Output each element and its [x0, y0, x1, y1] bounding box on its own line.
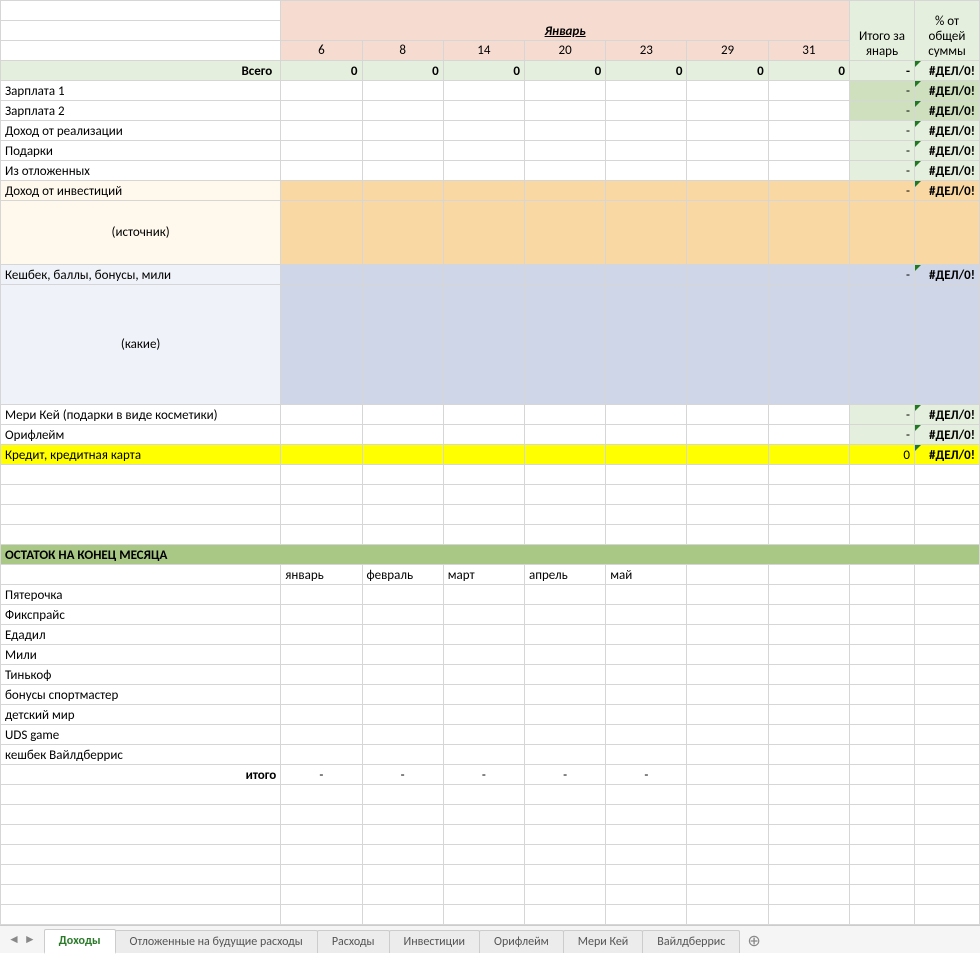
balance-months-row[interactable]: январь февраль март апрель май	[1, 565, 980, 585]
balance-item-row[interactable]: UDS game	[1, 725, 980, 745]
balance-item-row[interactable]: Фикспрайс	[1, 605, 980, 625]
row-income[interactable]: Орифлейм - #ДЕЛ/0!	[1, 425, 980, 445]
add-sheet-icon[interactable]: ⊕	[739, 929, 768, 953]
row-income[interactable]: Из отложенных - #ДЕЛ/0!	[1, 161, 980, 181]
sheet-tabs: Доходы Отложенные на будущие расходы Рас…	[44, 926, 769, 953]
tab-item[interactable]: Орифлейм	[479, 930, 564, 953]
row-investments[interactable]: Доход от инвестиций - #ДЕЛ/0!	[1, 181, 980, 201]
balance-item-row[interactable]: Едадил	[1, 625, 980, 645]
row-income[interactable]: Доход от реализации - #ДЕЛ/0!	[1, 121, 980, 141]
row-investments-sub[interactable]: (источник)	[1, 201, 980, 265]
tab-next-icon[interactable]: ►	[24, 932, 36, 947]
tab-item[interactable]: Вайлдберрис	[642, 930, 740, 953]
row-income[interactable]: Мери Кей (подарки в виде косметики) - #Д…	[1, 405, 980, 425]
tab-active[interactable]: Доходы	[44, 929, 116, 954]
day-header[interactable]: 6	[281, 41, 362, 61]
sheet-tabs-bar: ◄ ► Доходы Отложенные на будущие расходы…	[0, 925, 980, 953]
label-vsego: Всего	[1, 61, 281, 81]
day-header[interactable]: 20	[524, 41, 605, 61]
section-balance-header[interactable]: ОСТАТОК НА КОНЕЦ МЕСЯЦА	[1, 545, 980, 565]
row-cashback[interactable]: Кешбек, баллы, бонусы, мили - #ДЕЛ/0!	[1, 265, 980, 285]
balance-item-row[interactable]: Тинькоф	[1, 665, 980, 685]
cell[interactable]	[1, 21, 281, 41]
balance-item-row[interactable]: бонусы спортмастер	[1, 685, 980, 705]
month-title: Январь	[285, 24, 845, 39]
tab-item[interactable]: Отложенные на будущие расходы	[115, 930, 318, 953]
row-credit[interactable]: Кредит, кредитная карта 0 #ДЕЛ/0!	[1, 445, 980, 465]
tab-prev-icon[interactable]: ◄	[8, 932, 20, 947]
header-itogo[interactable]: Итого за янарь	[849, 1, 914, 61]
row-total[interactable]: Всего 0 0 0 0 0 0 0 - #ДЕЛ/0!	[1, 61, 980, 81]
cell[interactable]	[1, 1, 281, 21]
tab-item[interactable]: Мери Кей	[563, 930, 644, 953]
tab-item[interactable]: Инвестиции	[389, 930, 481, 953]
day-header[interactable]: 14	[443, 41, 524, 61]
balance-item-row[interactable]: Пятерочка	[1, 585, 980, 605]
day-header[interactable]: 31	[768, 41, 849, 61]
header-month-block[interactable]: Январь	[281, 1, 850, 41]
tab-item[interactable]: Расходы	[317, 930, 390, 953]
balance-item-row[interactable]: Мили	[1, 645, 980, 665]
tabs-nav: ◄ ►	[0, 932, 44, 947]
balance-itogo-row[interactable]: итого - - - - -	[1, 765, 980, 785]
day-header[interactable]: 8	[362, 41, 443, 61]
row-income[interactable]: Зарплата 2 - #ДЕЛ/0!	[1, 101, 980, 121]
header-pct[interactable]: % от общей суммы	[914, 1, 979, 61]
day-header[interactable]: 23	[606, 41, 687, 61]
balance-item-row[interactable]: детский мир	[1, 705, 980, 725]
balance-item-row[interactable]: кешбек Вайлдберрис	[1, 745, 980, 765]
spreadsheet-grid[interactable]: Январь Итого за янарь % от общей суммы 6…	[0, 0, 980, 925]
cell[interactable]	[1, 41, 281, 61]
row-cashback-sub[interactable]: (какие)	[1, 285, 980, 405]
day-header[interactable]: 29	[687, 41, 768, 61]
row-income[interactable]: Зарплата 1 - #ДЕЛ/0!	[1, 81, 980, 101]
row-income[interactable]: Подарки - #ДЕЛ/0!	[1, 141, 980, 161]
